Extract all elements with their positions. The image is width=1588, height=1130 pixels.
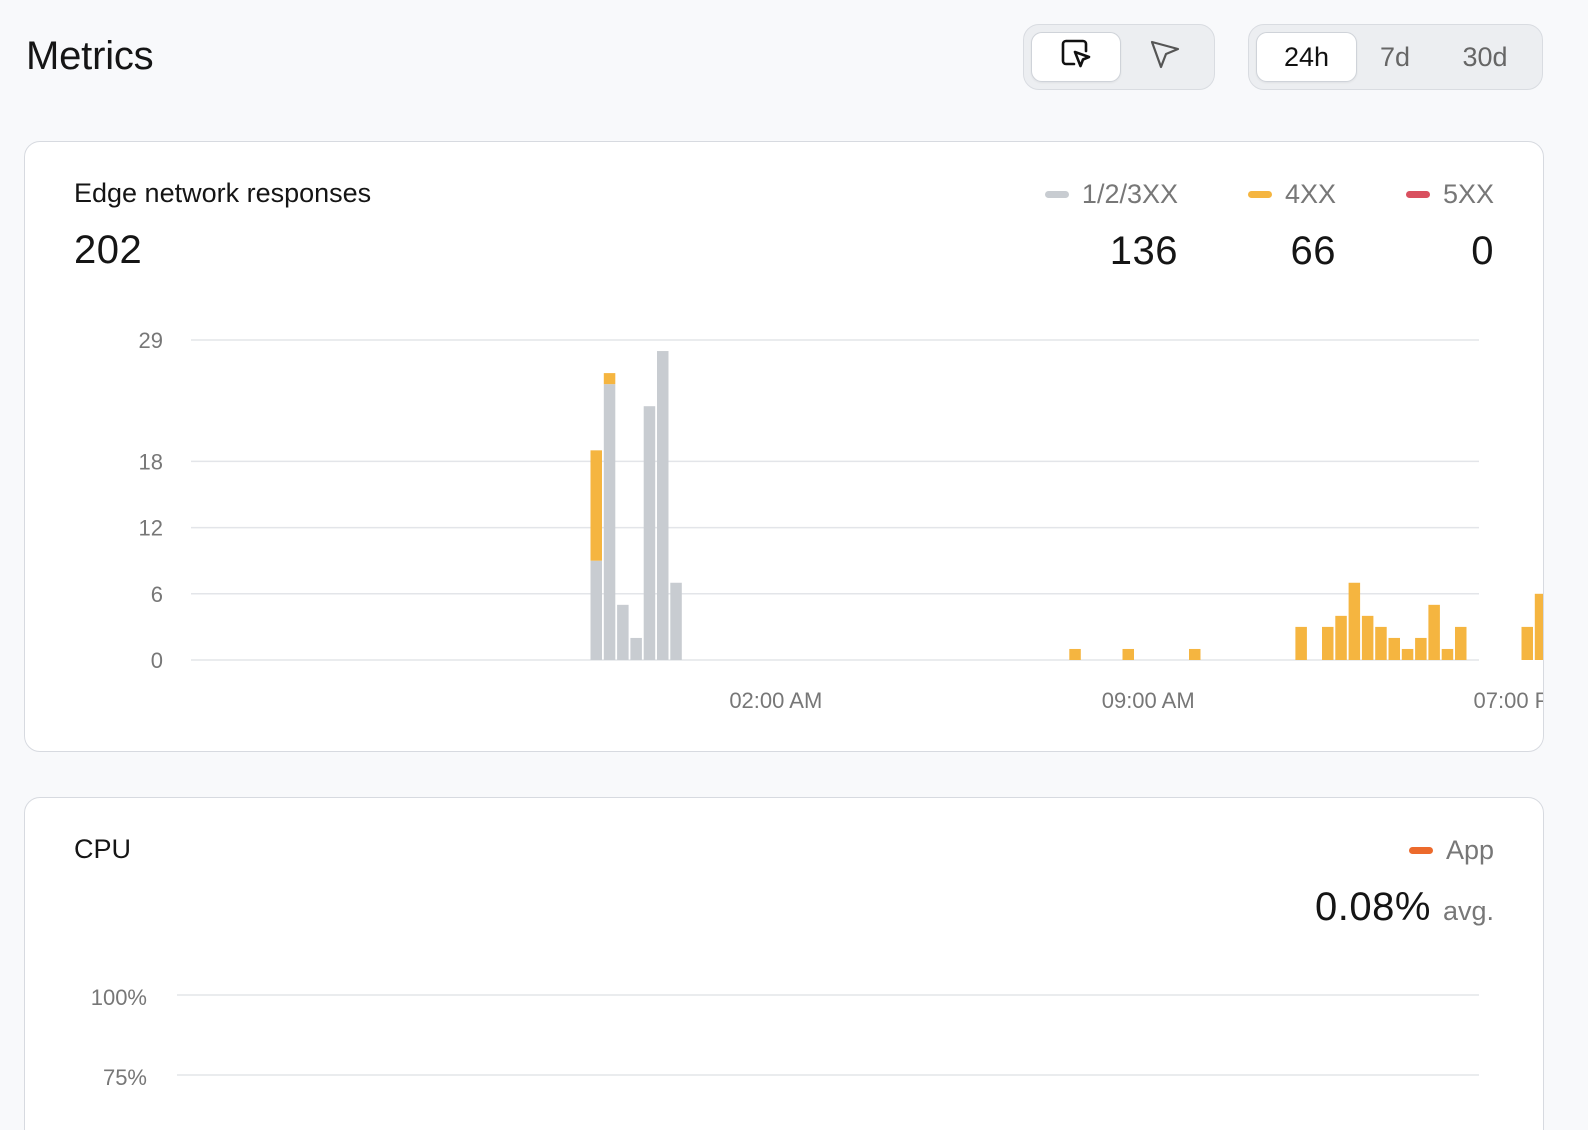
bar-4xx bbox=[1401, 648, 1414, 660]
mode-toggle bbox=[1023, 24, 1215, 90]
bar-ok bbox=[630, 637, 642, 660]
bar-4xx bbox=[1189, 648, 1201, 660]
page-title: Metrics bbox=[26, 34, 154, 78]
bar-ok bbox=[670, 582, 682, 660]
bar-ok bbox=[590, 560, 602, 660]
y-tick-label: 6 bbox=[151, 582, 163, 607]
x-tick-label: 07:00 PM bbox=[1474, 688, 1544, 713]
edge-network-card: Edge network responses 202 1/2/3XX 136 4… bbox=[24, 141, 1544, 752]
bar-4xx bbox=[1335, 615, 1347, 660]
cursor-pointer-icon bbox=[1148, 37, 1182, 78]
bar-4xx bbox=[590, 450, 602, 561]
y-tick-label: 18 bbox=[139, 449, 163, 474]
bar-4xx bbox=[1122, 648, 1134, 660]
y-tick-label: 29 bbox=[139, 328, 163, 353]
bar-4xx bbox=[603, 373, 616, 385]
bar-4xx bbox=[1388, 637, 1400, 660]
cpu-y-tick-label: 100% bbox=[91, 985, 147, 1010]
bar-4xx bbox=[1521, 626, 1533, 660]
bar-4xx bbox=[1428, 604, 1440, 660]
bar-ok bbox=[657, 351, 669, 660]
y-tick-label: 12 bbox=[139, 516, 163, 541]
range-24h-button[interactable]: 24h bbox=[1256, 32, 1357, 82]
cpu-card: CPU App 0.08% avg. 100% 75% bbox=[24, 797, 1544, 1130]
page-header: Metrics 24h 7d 30d bbox=[26, 24, 1544, 92]
range-7d-button[interactable]: 7d bbox=[1357, 32, 1433, 82]
bar-ok bbox=[643, 406, 656, 660]
bar-4xx bbox=[1322, 626, 1334, 660]
range-30d-button[interactable]: 30d bbox=[1433, 32, 1537, 82]
x-tick-label: 02:00 AM bbox=[729, 688, 822, 713]
cpu-chart: 100% 75% bbox=[91, 985, 1479, 1090]
bar-ok bbox=[617, 604, 629, 660]
y-tick-label: 0 bbox=[151, 648, 163, 673]
bar-4xx bbox=[1295, 626, 1307, 660]
select-box-cursor-icon bbox=[1059, 37, 1093, 78]
range-toggle: 24h 7d 30d bbox=[1248, 24, 1543, 90]
bar-4xx bbox=[1534, 593, 1543, 660]
bar-4xx bbox=[1361, 615, 1374, 660]
select-mode-button[interactable] bbox=[1031, 32, 1121, 82]
pointer-mode-button[interactable] bbox=[1121, 32, 1209, 82]
bar-4xx bbox=[1415, 637, 1427, 660]
x-tick-label: 09:00 AM bbox=[1102, 688, 1195, 713]
bar-4xx bbox=[1069, 648, 1081, 660]
bar-4xx bbox=[1441, 648, 1454, 660]
cpu-y-tick-label: 75% bbox=[103, 1065, 147, 1090]
bar-4xx bbox=[1348, 582, 1361, 660]
bar-4xx bbox=[1375, 626, 1387, 660]
bar-ok bbox=[603, 384, 616, 660]
edge-responses-chart: 0 6 12 18 29 02:00 AM 09:00 AM 07:00 PM bbox=[139, 328, 1544, 713]
bar-4xx bbox=[1455, 626, 1467, 660]
